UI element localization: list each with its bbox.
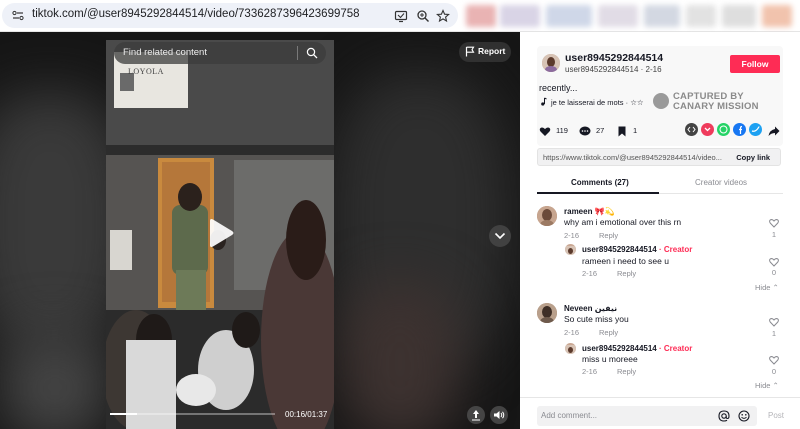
like-count: 119 [556, 126, 568, 135]
comment-date: 2-16 [564, 231, 580, 240]
loyola-sign: LOYOLA [128, 67, 164, 76]
reply-author[interactable]: user8945292844514 · Creator [582, 245, 692, 254]
whatsapp-share-icon[interactable] [717, 123, 730, 136]
creator-tag: · Creator [656, 245, 693, 254]
comment-text: So cute miss you [564, 314, 629, 324]
flag-icon [465, 46, 475, 57]
video-info-card: user8945292844514 user8945292844514 · 2-… [537, 46, 783, 146]
embed-icon[interactable] [685, 123, 698, 136]
reply-author-name[interactable]: user8945292844514 [582, 344, 657, 353]
watermark-line-2: CANARY MISSION [673, 101, 759, 112]
creator-username[interactable]: user8945292844514 [565, 52, 663, 64]
comment-like-count: 1 [771, 329, 777, 338]
pocket-share-icon[interactable] [701, 123, 714, 136]
video-description: recently... [539, 83, 578, 93]
post-button[interactable]: Post [768, 411, 784, 420]
follow-button[interactable]: Follow [730, 55, 780, 73]
blurred-extensions-area [466, 5, 796, 27]
volume-button[interactable] [490, 406, 508, 424]
comment-like-count: 1 [771, 230, 777, 239]
twitter-share-icon[interactable] [749, 123, 762, 136]
reply-text: rameen i need to see u [582, 256, 669, 266]
reply-avatar[interactable] [565, 343, 576, 354]
volume-icon [494, 411, 505, 419]
captured-by-watermark: CAPTURED BY CANARY MISSION [653, 90, 773, 114]
comment-input[interactable]: Add comment... [537, 406, 757, 426]
comment-text: why am i emotional over this rn [564, 217, 682, 227]
hide-replies-button[interactable]: Hide ⌃ [755, 283, 779, 292]
canary-logo-icon [653, 93, 669, 109]
comment-heart-icon[interactable] [769, 317, 779, 327]
commenter-avatar[interactable] [537, 303, 557, 323]
reply-date: 2-16 [582, 367, 598, 376]
music-note-icon [541, 97, 547, 106]
bookmark-icon[interactable] [617, 126, 627, 137]
reply-like-count: 0 [771, 367, 777, 376]
video-progress-fill [110, 413, 138, 415]
mention-icon[interactable] [718, 410, 730, 422]
search-icon[interactable] [306, 47, 318, 59]
next-video-button[interactable] [489, 225, 511, 247]
browser-toolbar: tiktok.com/@user8945292844514/video/7336… [0, 0, 800, 32]
reply-avatar[interactable] [565, 244, 576, 255]
reply-reply-button[interactable]: Reply [617, 367, 636, 376]
comment-date: 2-16 [564, 328, 580, 337]
emoji-icon[interactable] [738, 410, 750, 422]
commenter-avatar[interactable] [537, 206, 557, 226]
tab-comments[interactable]: Comments (27) [571, 178, 629, 187]
zoom-icon[interactable] [416, 9, 430, 23]
facebook-share-icon[interactable] [733, 123, 746, 136]
comment-icon[interactable] [579, 126, 591, 137]
pin-icon [472, 410, 480, 421]
creator-tag: · Creator [656, 344, 693, 353]
comment-reply-button[interactable]: Reply [599, 231, 618, 240]
active-tab-indicator [537, 192, 659, 194]
reply-date: 2-16 [582, 269, 598, 278]
share-arrow-icon[interactable] [768, 125, 780, 137]
share-link-box[interactable]: https://www.tiktok.com/@user894529284451… [537, 148, 781, 166]
comment-composer: Add comment... Post [520, 397, 800, 429]
play-icon[interactable] [207, 218, 235, 248]
hide-replies-button[interactable]: Hide ⌃ [755, 381, 779, 390]
bookmark-star-icon[interactable] [436, 9, 450, 23]
comment-author[interactable]: Neveen نيفين [564, 304, 617, 313]
music-title[interactable]: je te laisserai de mots · ☆☆ [551, 98, 644, 107]
reply-heart-icon[interactable] [769, 257, 779, 267]
creator-avatar[interactable] [542, 54, 560, 72]
chevron-down-icon [494, 232, 506, 240]
find-related-placeholder: Find related content [123, 47, 207, 58]
comment-input-placeholder: Add comment... [541, 411, 598, 420]
video-time: 00:16/01:37 [285, 410, 328, 419]
creator-handle-date: user8945292844514 · 2-16 [565, 65, 662, 74]
reply-reply-button[interactable]: Reply [617, 269, 636, 278]
copy-link-button[interactable]: Copy link [736, 153, 770, 162]
reply-text: miss u moreee [582, 354, 638, 364]
panel-tabs: Comments (27) Creator videos [537, 172, 783, 194]
save-count: 1 [633, 126, 638, 135]
search-divider [297, 46, 298, 60]
tab-creator-videos[interactable]: Creator videos [695, 178, 747, 187]
reply-heart-icon[interactable] [769, 355, 779, 365]
comment-author[interactable]: rameen 🎀💫 [564, 207, 615, 216]
address-bar[interactable]: tiktok.com/@user8945292844514/video/7336… [2, 3, 458, 28]
video-progress-bar[interactable] [110, 413, 275, 415]
comment-heart-icon[interactable] [769, 218, 779, 228]
floating-player-button[interactable] [467, 406, 485, 424]
details-panel: user8945292844514 user8945292844514 · 2-… [520, 32, 800, 429]
report-label: Report [478, 46, 506, 56]
heart-icon[interactable] [539, 126, 551, 137]
report-button[interactable]: Report [459, 42, 511, 62]
reply-like-count: 0 [771, 268, 777, 277]
cast-icon[interactable] [394, 9, 408, 23]
reply-author[interactable]: user8945292844514 · Creator [582, 344, 692, 353]
comment-count: 27 [596, 126, 605, 135]
site-settings-icon[interactable] [12, 10, 24, 21]
find-related-search[interactable]: Find related content [114, 42, 326, 64]
comment-reply-button[interactable]: Reply [599, 328, 618, 337]
share-link-text[interactable]: https://www.tiktok.com/@user894529284451… [543, 153, 722, 162]
url-text[interactable]: tiktok.com/@user8945292844514/video/7336… [32, 8, 360, 20]
reply-author-name[interactable]: user8945292844514 [582, 245, 657, 254]
